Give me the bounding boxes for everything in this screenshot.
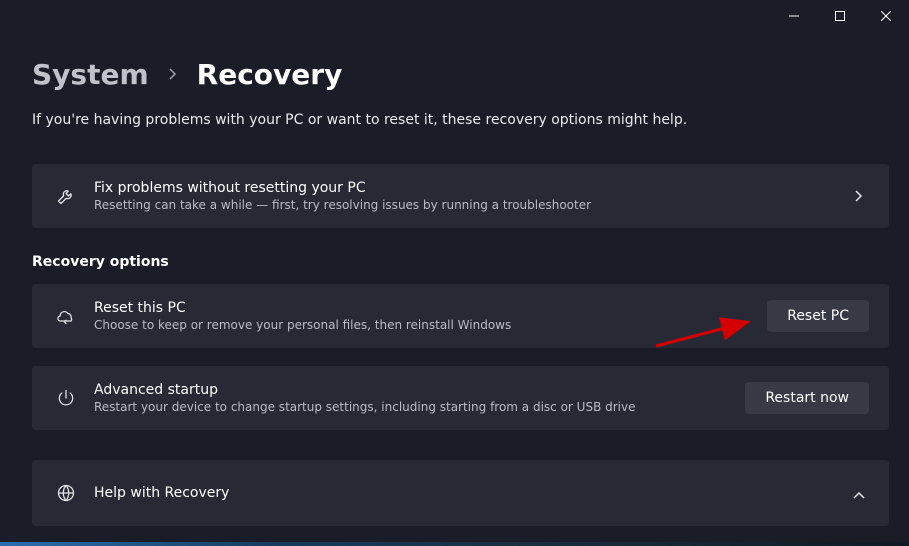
- page-subtitle: If you're having problems with your PC o…: [32, 112, 687, 128]
- breadcrumb-parent[interactable]: System: [32, 58, 149, 91]
- minimize-icon: [789, 11, 799, 21]
- chevron-right-icon: [849, 187, 869, 206]
- chevron-up-icon: [849, 484, 869, 503]
- restart-now-button[interactable]: Restart now: [745, 382, 869, 414]
- maximize-icon: [835, 11, 845, 21]
- breadcrumb-current: Recovery: [197, 58, 343, 91]
- wrench-icon: [52, 186, 80, 206]
- globe-help-icon: [52, 483, 80, 503]
- chevron-right-icon: [169, 65, 177, 84]
- close-icon: [881, 11, 891, 21]
- reset-pc-button[interactable]: Reset PC: [767, 300, 869, 332]
- card-reset-pc: Reset this PC Choose to keep or remove y…: [32, 284, 889, 348]
- taskbar-sliver: [0, 542, 909, 546]
- advanced-startup-desc: Restart your device to change startup se…: [94, 400, 745, 414]
- fix-problems-desc: Resetting can take a while — first, try …: [94, 198, 849, 212]
- card-advanced-startup: Advanced startup Restart your device to …: [32, 366, 889, 430]
- help-recovery-title: Help with Recovery: [94, 485, 849, 501]
- maximize-button[interactable]: [817, 0, 863, 32]
- minimize-button[interactable]: [771, 0, 817, 32]
- card-fix-problems[interactable]: Fix problems without resetting your PC R…: [32, 164, 889, 228]
- breadcrumb: System Recovery: [32, 58, 342, 91]
- card-help-recovery[interactable]: Help with Recovery: [32, 460, 889, 526]
- power-startup-icon: [52, 388, 80, 408]
- section-header-recovery-options: Recovery options: [32, 254, 889, 270]
- cloud-reset-icon: [52, 306, 80, 326]
- close-button[interactable]: [863, 0, 909, 32]
- window-controls: [771, 0, 909, 32]
- reset-pc-title: Reset this PC: [94, 300, 767, 316]
- reset-pc-desc: Choose to keep or remove your personal f…: [94, 318, 767, 332]
- fix-problems-title: Fix problems without resetting your PC: [94, 180, 849, 196]
- advanced-startup-title: Advanced startup: [94, 382, 745, 398]
